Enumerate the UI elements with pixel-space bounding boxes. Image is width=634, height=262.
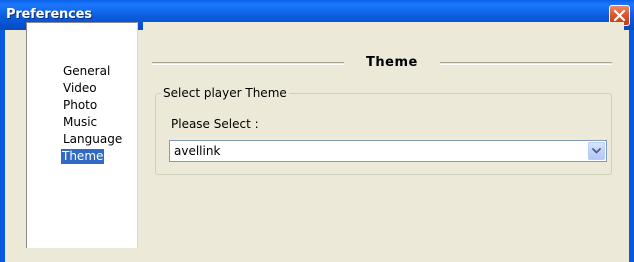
panel-title: Theme — [366, 55, 418, 70]
header-divider-right — [440, 62, 612, 65]
sidebar-item-general[interactable]: General — [62, 64, 111, 79]
dropdown-value: avellink — [174, 144, 221, 158]
sidebar-item-language[interactable]: Language — [62, 132, 123, 147]
preferences-window: Preferences General Video Photo Music La… — [0, 0, 634, 262]
theme-groupbox — [155, 93, 612, 175]
select-prompt: Please Select : — [171, 117, 259, 131]
chevron-down-icon — [592, 148, 601, 154]
sidebar-item-photo[interactable]: Photo — [62, 98, 98, 113]
dropdown-button[interactable] — [588, 142, 605, 160]
group-legend: Select player Theme — [161, 86, 289, 101]
sidebar-item-theme[interactable]: Theme — [61, 149, 105, 164]
theme-dropdown[interactable]: avellink — [169, 140, 607, 162]
sidebar-item-music[interactable]: Music — [62, 115, 98, 130]
window-title: Preferences — [6, 7, 92, 22]
sidebar-item-video[interactable]: Video — [62, 81, 98, 96]
header-divider-left — [152, 62, 344, 65]
